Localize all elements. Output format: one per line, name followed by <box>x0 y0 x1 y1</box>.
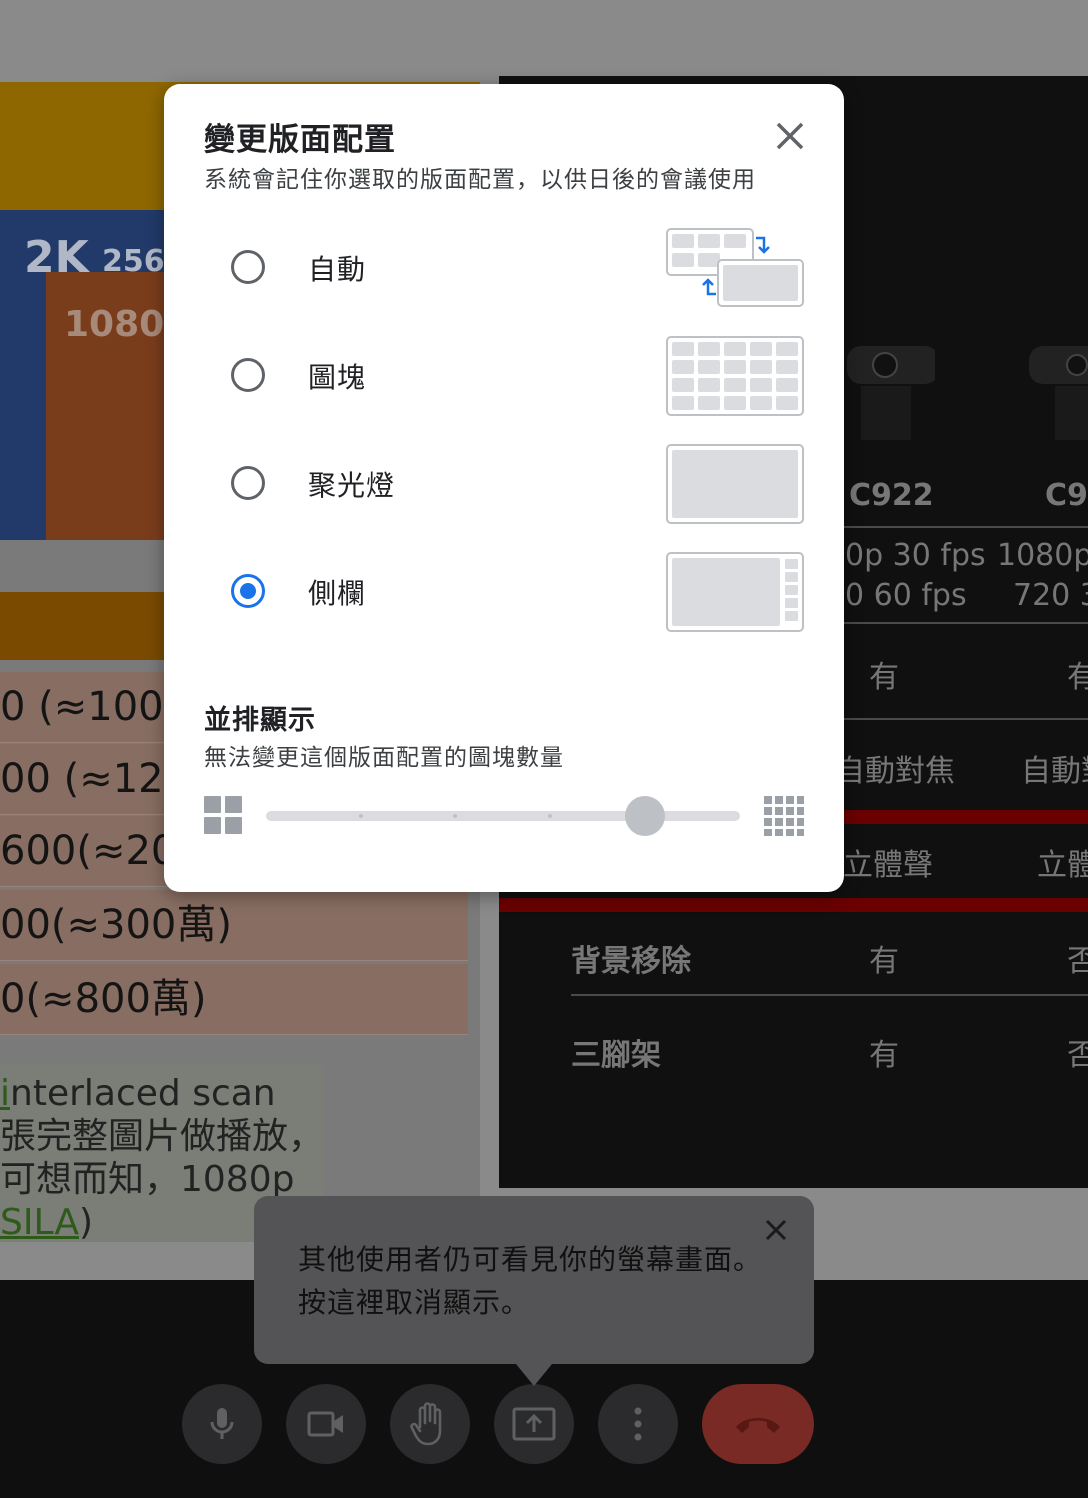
mic-cell: 有 <box>1067 660 1088 695</box>
stereo-cell: 立體 <box>1037 848 1088 883</box>
tiles-section-subtitle: 無法變更這個版面配置的圖塊數量 <box>204 745 564 771</box>
sidebar-layout-icon <box>666 552 804 632</box>
table-divider <box>571 994 1088 996</box>
more-tiles-icon <box>764 796 804 836</box>
highlight-frame-bottom <box>499 898 1088 912</box>
tiled-layout-icon <box>666 336 804 416</box>
highlight-frame-top <box>843 810 1088 824</box>
webcam-c922-image <box>847 346 935 440</box>
option-label: 聚光燈 <box>308 469 396 502</box>
option-label: 側欄 <box>308 577 367 610</box>
hang-up-button[interactable] <box>702 1384 814 1464</box>
layout-option-sidebar[interactable]: 側欄 <box>228 552 808 634</box>
present-screen-icon <box>512 1407 556 1441</box>
row-label: 背景移除 <box>571 944 691 979</box>
webcam-c920-image <box>1029 346 1088 440</box>
bg-cell: 否 <box>1067 944 1088 979</box>
present-screen-button[interactable] <box>494 1384 574 1464</box>
dialog-subtitle: 系統會記住你選取的版面配置，以供日後的會議使用 <box>204 167 756 193</box>
close-icon <box>765 1219 787 1241</box>
tile-count-slider-track <box>266 811 740 821</box>
bg-cell: 有 <box>869 944 899 979</box>
resolution-row: 0(≈800萬) <box>0 964 468 1035</box>
model-name: C922 <box>849 478 934 513</box>
dialog-title: 變更版面配置 <box>204 122 396 158</box>
toast-close-button[interactable] <box>758 1212 794 1248</box>
change-layout-dialog: 變更版面配置 系統會記住你選取的版面配置，以供日後的會議使用 自動 圖塊 聚光燈… <box>164 84 844 892</box>
slider-tick <box>453 814 457 818</box>
toast-pointer <box>516 1364 552 1386</box>
raise-hand-icon <box>410 1402 442 1446</box>
stereo-cell: 立體聲 <box>843 848 933 883</box>
focus-cell: 自動對 <box>1021 754 1088 789</box>
slider-tick <box>548 814 552 818</box>
row-label: 三腳架 <box>571 1038 661 1073</box>
fps-cell: 0p 30 fps <box>845 538 986 573</box>
fps-cell: 720 3 <box>1013 578 1088 613</box>
dialog-close-button[interactable] <box>772 118 808 154</box>
radio-spotlight[interactable] <box>231 466 265 500</box>
res-1080-label: 1080 <box>64 304 165 345</box>
table-divider <box>843 622 1088 624</box>
radio-sidebar-selected[interactable] <box>231 574 265 608</box>
radio-auto[interactable] <box>231 250 265 284</box>
tiles-section-title: 並排顯示 <box>204 705 316 736</box>
note-highlight: i <box>0 1073 11 1114</box>
table-divider <box>843 526 1088 528</box>
layout-option-auto[interactable]: 自動 <box>228 228 808 310</box>
camera-icon <box>307 1411 343 1437</box>
radio-tiled[interactable] <box>231 358 265 392</box>
tile-count-slider-thumb[interactable] <box>625 796 666 836</box>
note-highlight: SILA <box>0 1202 79 1242</box>
spotlight-layout-icon <box>666 444 804 524</box>
screen-share-toast[interactable]: 其他使用者仍可看見你的螢幕畫面。 按這裡取消顯示。 <box>254 1196 814 1386</box>
slider-tick <box>359 814 363 818</box>
microphone-button[interactable] <box>182 1384 262 1464</box>
more-options-button[interactable] <box>598 1384 678 1464</box>
more-options-icon <box>634 1407 642 1441</box>
toast-message[interactable]: 其他使用者仍可看見你的螢幕畫面。 按這裡取消顯示。 <box>298 1238 762 1324</box>
option-label: 自動 <box>308 253 367 286</box>
fps-cell: 0 60 fps <box>845 578 967 613</box>
layout-option-spotlight[interactable]: 聚光燈 <box>228 444 808 526</box>
tripod-cell: 否 <box>1067 1038 1088 1073</box>
fps-cell: 1080p <box>997 538 1088 573</box>
focus-cell: 自動對焦 <box>835 754 955 789</box>
table-divider <box>843 718 1088 720</box>
auto-layout-icon <box>666 228 804 307</box>
fewer-tiles-icon <box>204 796 242 834</box>
model-name: C92 <box>1045 478 1088 513</box>
mic-icon <box>210 1408 234 1439</box>
option-label: 圖塊 <box>308 361 367 394</box>
camera-button[interactable] <box>286 1384 366 1464</box>
hang-up-icon <box>736 1418 780 1433</box>
resolution-row: 00(≈300萬) <box>0 890 468 961</box>
mic-cell: 有 <box>869 660 899 695</box>
raise-hand-button[interactable] <box>390 1384 470 1464</box>
tripod-cell: 有 <box>869 1038 899 1073</box>
layout-option-tiled[interactable]: 圖塊 <box>228 336 808 418</box>
close-icon <box>776 122 804 150</box>
